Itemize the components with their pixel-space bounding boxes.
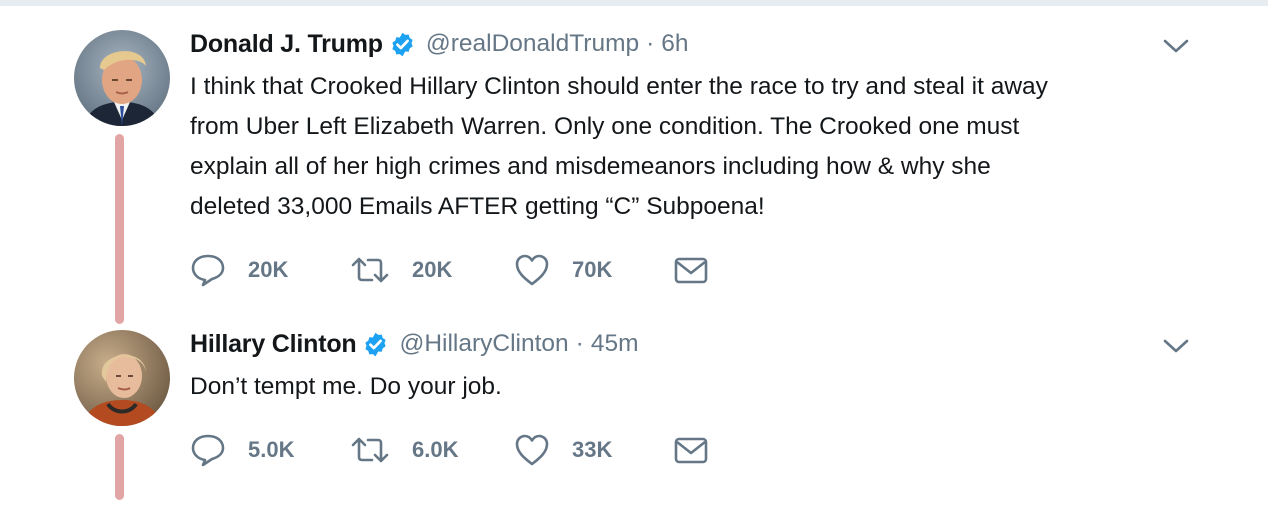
reply-count: 20K bbox=[248, 257, 289, 282]
tweet-header: Donald J. Trump @realDonaldTrump · 6h bbox=[190, 27, 689, 61]
reply-button[interactable]: 20K bbox=[190, 250, 288, 290]
tweet-header: Hillary Clinton @HillaryClinton · 45m bbox=[190, 327, 639, 361]
timeline-top-border bbox=[0, 0, 1268, 6]
avatar[interactable] bbox=[74, 30, 170, 126]
like-icon bbox=[515, 434, 549, 466]
tweet-timestamp[interactable]: 45m bbox=[591, 330, 639, 358]
retweet-icon bbox=[351, 257, 389, 283]
thread-connector-line bbox=[115, 434, 124, 500]
avatar[interactable] bbox=[74, 330, 170, 426]
verified-badge-icon bbox=[392, 32, 413, 56]
author-name[interactable]: Donald J. Trump bbox=[190, 30, 383, 59]
like-count: 33K bbox=[572, 437, 613, 462]
avatar-image bbox=[74, 30, 170, 126]
reply-icon bbox=[191, 254, 225, 287]
retweet-count: 20K bbox=[412, 257, 453, 282]
retweet-button[interactable]: 20K bbox=[350, 250, 452, 290]
reply-icon bbox=[191, 434, 225, 467]
reply-button[interactable]: 5.0K bbox=[190, 430, 294, 470]
retweet-icon bbox=[351, 437, 389, 463]
like-icon bbox=[515, 254, 549, 286]
tweet-text: Don’t tempt me. Do your job. bbox=[190, 373, 502, 400]
tweet-timestamp[interactable]: 6h bbox=[661, 30, 688, 58]
direct-message-icon bbox=[674, 257, 708, 284]
like-button[interactable]: 70K bbox=[514, 250, 612, 290]
header-separator: · bbox=[646, 30, 655, 57]
avatar-image bbox=[74, 330, 170, 426]
direct-message-button[interactable] bbox=[674, 430, 708, 470]
direct-message-icon bbox=[674, 437, 708, 464]
chevron-down-icon[interactable] bbox=[1162, 36, 1190, 56]
direct-message-button[interactable] bbox=[674, 250, 708, 290]
chevron-down-icon[interactable] bbox=[1162, 336, 1190, 356]
tweet-text: I think that Crooked Hillary Clinton sho… bbox=[190, 73, 1048, 220]
author-handle[interactable]: @realDonaldTrump bbox=[426, 30, 639, 58]
author-handle[interactable]: @HillaryClinton bbox=[399, 330, 568, 358]
retweet-count: 6.0K bbox=[412, 437, 459, 462]
reply-count: 5.0K bbox=[248, 437, 295, 462]
author-name[interactable]: Hillary Clinton bbox=[190, 330, 357, 359]
header-separator: · bbox=[575, 330, 584, 357]
retweet-button[interactable]: 6.0K bbox=[350, 430, 458, 470]
like-button[interactable]: 33K bbox=[514, 430, 612, 470]
verified-badge-icon bbox=[365, 332, 387, 356]
like-count: 70K bbox=[572, 257, 613, 282]
thread-connector-line bbox=[115, 134, 124, 324]
